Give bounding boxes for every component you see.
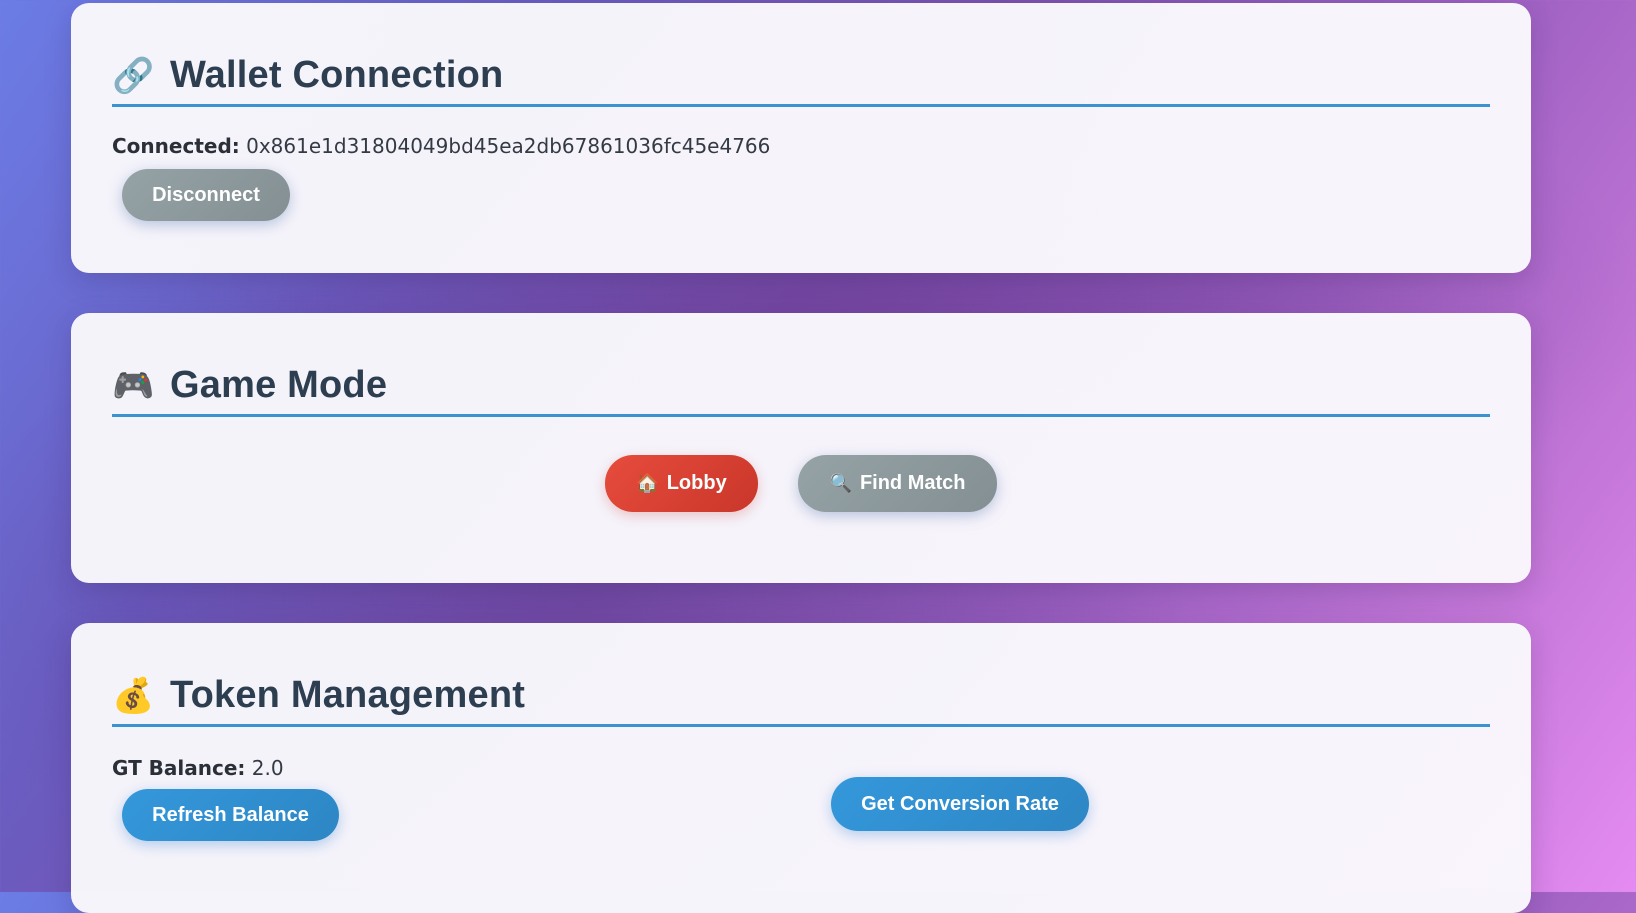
find-match-button[interactable]: 🔍 Find Match (798, 455, 997, 512)
game-mode-title: Game Mode (170, 364, 388, 406)
lobby-button-label: Lobby (666, 472, 727, 494)
token-management-card: 💰 Token Management GT Balance: 2.0 Refre… (71, 623, 1531, 913)
search-icon: 🔍 (829, 473, 852, 494)
money-bag-icon: 💰 (112, 675, 155, 716)
wallet-connection-title: Wallet Connection (170, 54, 504, 96)
game-mode-header: 🎮 Game Mode (112, 357, 1490, 417)
token-management-header: 💰 Token Management (112, 667, 1490, 727)
wallet-connection-card: 🔗 Wallet Connection Connected: 0x861e1d3… (71, 3, 1531, 273)
wallet-connection-header: 🔗 Wallet Connection (112, 47, 1490, 107)
gt-balance-value: 2.0 (251, 756, 284, 780)
get-conversion-rate-button[interactable]: Get Conversion Rate (831, 777, 1089, 831)
gt-balance-label: GT Balance: (112, 756, 246, 780)
game-mode-card: 🎮 Game Mode 🏠 Lobby 🔍 Find Match (71, 313, 1531, 583)
find-match-button-label: Find Match (859, 472, 966, 494)
token-management-title: Token Management (170, 674, 526, 716)
disconnect-button-label: Disconnect (152, 183, 260, 206)
link-icon: 🔗 (112, 55, 155, 96)
wallet-status: Connected: 0x861e1d31804049bd45ea2db6786… (112, 134, 770, 158)
get-conversion-rate-button-label: Get Conversion Rate (861, 792, 1059, 815)
gamepad-icon: 🎮 (112, 365, 155, 406)
refresh-balance-button-label: Refresh Balance (152, 803, 309, 826)
house-icon: 🏠 (636, 473, 659, 494)
lobby-button[interactable]: 🏠 Lobby (605, 455, 758, 512)
disconnect-button[interactable]: Disconnect (122, 169, 290, 221)
refresh-balance-button[interactable]: Refresh Balance (122, 789, 339, 841)
connected-label: Connected: (112, 134, 240, 158)
wallet-address: 0x861e1d31804049bd45ea2db67861036fc45e47… (246, 134, 771, 158)
gt-balance: GT Balance: 2.0 (112, 756, 284, 780)
